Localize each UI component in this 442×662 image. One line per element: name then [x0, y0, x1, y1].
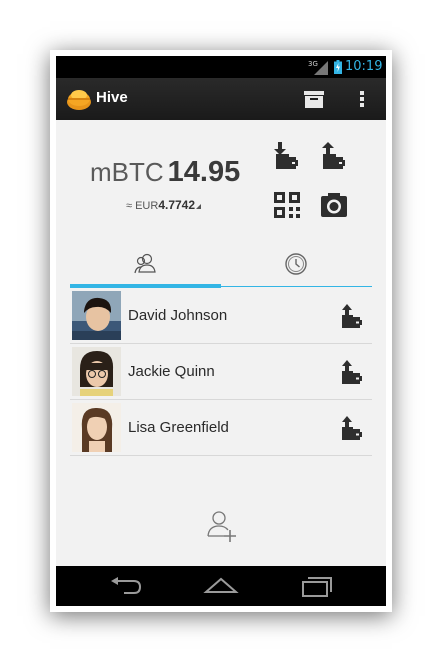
action-bar: Hive	[56, 78, 386, 120]
list-item[interactable]: Jackie Quinn	[70, 344, 372, 400]
navigation-bar	[56, 566, 386, 606]
add-contact-icon[interactable]	[205, 508, 239, 542]
list-item[interactable]: Lisa Greenfield	[70, 400, 372, 456]
contacts-icon	[134, 253, 156, 274]
fiat-balance[interactable]: ≈ EUR4.7742	[126, 198, 202, 212]
status-time: 10:19	[345, 59, 383, 74]
wallet-receive-icon[interactable]	[272, 140, 302, 170]
list-item[interactable]: David Johnson	[70, 288, 372, 344]
avatar	[72, 291, 121, 340]
phone-screen: 3G 10:19 Hive mBTC 14.95 ≈ EUR4.7742 Dav…	[56, 56, 386, 606]
fiat-amount: 4.7742	[158, 198, 196, 212]
dropdown-corner-icon	[196, 204, 202, 209]
balance-unit: mBTC	[90, 157, 164, 187]
tab-contacts[interactable]	[70, 252, 221, 288]
qr-code-icon[interactable]	[272, 190, 302, 220]
tab-history[interactable]	[221, 252, 372, 288]
clock-icon	[285, 253, 307, 275]
wallet-send-icon[interactable]	[319, 140, 349, 170]
balance: mBTC 14.95	[90, 156, 240, 189]
recent-apps-icon[interactable]	[299, 574, 335, 598]
wallet-content: mBTC 14.95 ≈ EUR4.7742 David Johnson Jac…	[56, 120, 386, 566]
wallet-send-icon[interactable]	[340, 415, 364, 441]
camera-icon[interactable]	[319, 190, 349, 220]
back-icon[interactable]	[108, 574, 144, 598]
contact-name: Jackie Quinn	[128, 363, 215, 380]
contact-name: Lisa Greenfield	[128, 419, 229, 436]
archive-icon[interactable]	[302, 87, 326, 111]
app-title: Hive	[96, 89, 128, 106]
fiat-prefix: ≈ EUR	[126, 200, 159, 212]
hive-logo-icon[interactable]	[66, 87, 92, 111]
signal-icon: 3G	[308, 60, 328, 75]
wallet-send-icon[interactable]	[340, 303, 364, 329]
wallet-send-icon[interactable]	[340, 359, 364, 385]
battery-icon	[334, 60, 342, 74]
contact-list: David Johnson Jackie Quinn Lisa Greenfie…	[70, 288, 372, 456]
status-bar: 3G 10:19	[56, 56, 386, 78]
home-icon[interactable]	[203, 574, 239, 598]
contact-name: David Johnson	[128, 307, 228, 324]
overflow-menu-icon[interactable]	[356, 87, 368, 111]
avatar	[72, 347, 121, 396]
avatar	[72, 403, 121, 452]
network-type-label: 3G	[308, 60, 318, 68]
balance-amount: 14.95	[167, 156, 241, 188]
